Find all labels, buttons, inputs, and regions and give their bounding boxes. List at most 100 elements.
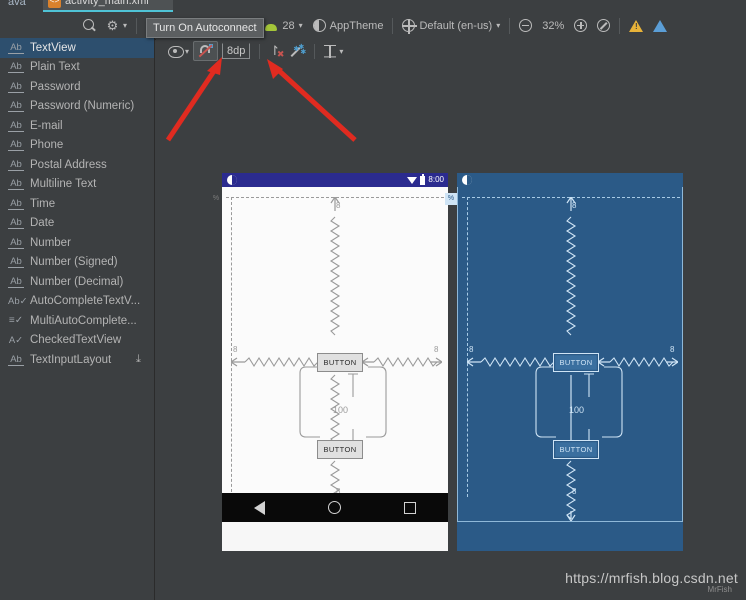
constraint-spring-top	[329, 197, 341, 336]
api-level-selector[interactable]: 28 ▾	[259, 15, 307, 37]
ab-icon: Ab	[8, 120, 24, 132]
bias-handle-left[interactable]: %	[210, 193, 222, 205]
button-widget-2-label: BUTTON	[323, 445, 357, 454]
device-screen-blueprint[interactable]: 8 8 8 BUTTON 100 BUTTON 8	[457, 187, 683, 522]
palette-item-time[interactable]: Ab Time	[0, 194, 154, 214]
chevron-down-icon: ▾	[496, 21, 501, 30]
constraint-spring-top	[565, 197, 577, 336]
annotation-arrow-infer	[267, 59, 357, 142]
margin-right-label: 8	[670, 345, 675, 354]
status-time: 8:00	[428, 175, 444, 184]
warning-icon	[629, 19, 644, 32]
zoom-in-icon	[574, 19, 588, 32]
warnings-button[interactable]	[624, 15, 648, 37]
device-preview-design[interactable]: 8:00 8 8 8 BUTTON 100 BUTTON 8 %	[213, 173, 448, 551]
ab-icon: Ab	[8, 81, 24, 93]
margin-top-label: 8	[336, 201, 341, 210]
app-launcher-icon	[227, 175, 237, 185]
palette-item-checkedtextview[interactable]: A✓ CheckedTextView	[0, 331, 154, 351]
info-icon	[653, 19, 668, 32]
nav-home-icon[interactable]	[327, 501, 341, 514]
device-preview-blueprint[interactable]: 8 8 8 BUTTON 100 BUTTON 8 %	[445, 173, 683, 551]
palette-item-plain-text[interactable]: Ab Plain Text	[0, 58, 154, 78]
ab-icon: Ab	[8, 354, 24, 366]
zoom-in-button[interactable]	[569, 15, 592, 37]
annotation-arrow-autoconnect	[165, 57, 222, 142]
android-icon	[264, 21, 278, 31]
ab-icon: Ab	[8, 217, 24, 230]
zoom-to-fit-button[interactable]	[592, 15, 615, 37]
lines-check-icon: ≡✓	[8, 315, 24, 327]
design-canvas[interactable]: 8:00 8 8 8 BUTTON 100 BUTTON 8 % 8 8 8 B…	[156, 64, 746, 600]
blueprint-status-bar	[457, 173, 683, 187]
margin-left-label: 8	[469, 345, 474, 354]
device-screen-design[interactable]: 8 8 8 BUTTON 100 BUTTON 8	[222, 187, 448, 522]
palette-item-number[interactable]: Ab Number	[0, 233, 154, 253]
palette-item-textinputlayout[interactable]: Ab TextInputLayout ⤓	[0, 350, 154, 370]
palette-search-button[interactable]	[78, 15, 101, 37]
bias-handle-left[interactable]: %	[445, 193, 457, 205]
palette-item-password-numeric[interactable]: Ab Password (Numeric)	[0, 97, 154, 117]
chevron-down-icon: ▾	[123, 21, 128, 30]
toolbar-divider	[392, 17, 394, 34]
ab-icon: Ab	[8, 276, 24, 288]
margin-right-label: 8	[434, 345, 439, 354]
palette-item-password[interactable]: Ab Password	[0, 77, 154, 97]
palette-item-postal-address[interactable]: Ab Postal Address	[0, 155, 154, 175]
palette-item-textview[interactable]: Ab TextView	[0, 38, 154, 58]
download-icon[interactable]: ⤓	[136, 354, 146, 365]
palette-item-multiline-text[interactable]: Ab Multiline Text	[0, 175, 154, 195]
chain-connector	[535, 366, 623, 438]
button-widget-2[interactable]: BUTTON	[317, 440, 363, 459]
android-studio-layout-editor: ava <> activity_main.xml × ⚙ ▾ Nexus 4 ▾…	[0, 0, 746, 600]
palette-item-label: Date	[30, 217, 55, 230]
palette-item-multiautocomplete[interactable]: ≡✓ MultiAutoComplete...	[0, 311, 154, 331]
close-icon[interactable]: ×	[162, 0, 168, 4]
design-surface-toolbar: ▾ 8dp ↾ ✖ ✱ ✱ ✱ ▾	[156, 38, 746, 64]
palette-item-autocompletetextv[interactable]: Ab✓ AutoCompleteTextV...	[0, 292, 154, 312]
theme-selector[interactable]: AppTheme	[308, 15, 389, 37]
palette-item-phone[interactable]: Ab Phone	[0, 136, 154, 156]
status-bar-right: 8:00	[407, 173, 444, 186]
autoconnect-tooltip: Turn On Autoconnect	[146, 18, 264, 38]
button-widget-2-label: BUTTON	[559, 445, 593, 454]
zoom-out-button[interactable]	[514, 15, 537, 37]
locale-selector[interactable]: Default (en-us) ▾	[397, 15, 505, 37]
nav-recents-icon[interactable]	[404, 501, 417, 514]
button-widget-2[interactable]: BUTTON	[553, 440, 599, 459]
battery-icon	[420, 173, 426, 185]
palette-item-number-decimal[interactable]: Ab Number (Decimal)	[0, 272, 154, 292]
palette-item-label: Time	[30, 197, 56, 210]
info-button[interactable]	[648, 15, 672, 37]
zoom-to-fit-icon	[597, 19, 611, 32]
palette-item-date[interactable]: Ab Date	[0, 214, 154, 234]
ab-icon: Ab	[8, 61, 24, 74]
palette-settings-button[interactable]: ⚙ ▾	[101, 15, 132, 37]
nav-back-icon[interactable]	[253, 500, 265, 515]
a-check-icon: A✓	[8, 334, 24, 346]
palette-item-label: CheckedTextView	[30, 334, 122, 347]
tab-java-file[interactable]: ava	[2, 0, 32, 12]
wifi-icon	[407, 176, 418, 184]
palette-item-number-signed[interactable]: Ab Number (Signed)	[0, 253, 154, 273]
palette-item-label: Plain Text	[30, 61, 80, 74]
ab-icon: Ab	[8, 198, 24, 210]
palette-item-label: Number (Decimal)	[30, 275, 124, 288]
palette-item-label: Number	[30, 236, 71, 249]
autoconnect-tooltip-text: Turn On Autoconnect	[153, 22, 257, 34]
app-launcher-icon	[462, 175, 472, 185]
device-navigation-bar	[222, 493, 448, 522]
locale-label: Default (en-us)	[419, 19, 493, 32]
palette-item-label: Password	[30, 80, 81, 93]
palette-item-label: Phone	[30, 139, 64, 152]
palette-item-label: Password (Numeric)	[30, 100, 135, 113]
palette-item-label: MultiAutoComplete...	[30, 314, 137, 327]
chevron-down-icon: ▾	[298, 21, 303, 30]
theme-icon	[312, 19, 326, 32]
palette-item-label: TextInputLayout	[30, 353, 112, 366]
watermark-author: MrFish	[707, 585, 732, 594]
zoom-out-icon	[519, 19, 533, 32]
palette-item-e-mail[interactable]: Ab E-mail	[0, 116, 154, 136]
ab-icon: Ab	[8, 100, 24, 113]
ab-icon: Ab	[8, 256, 24, 269]
